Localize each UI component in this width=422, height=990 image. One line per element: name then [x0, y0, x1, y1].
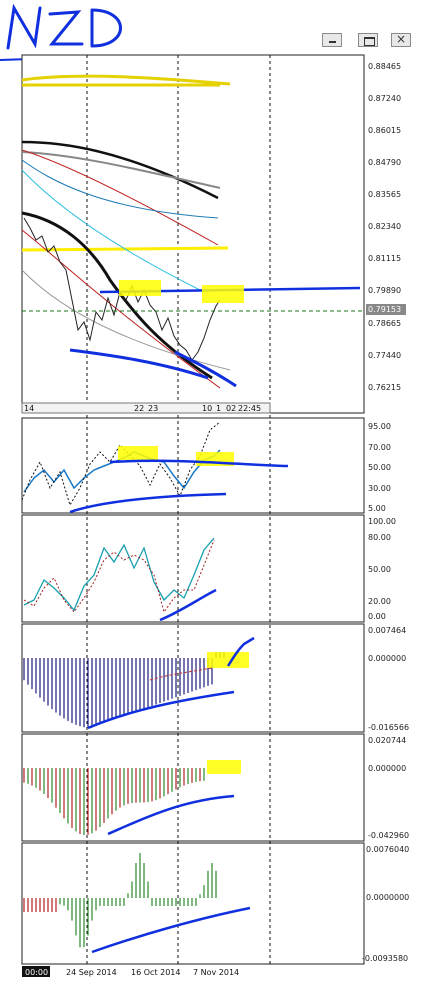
stoch-axis: 100.00 80.00 50.00 20.00 0.00	[368, 517, 396, 621]
price-label: 0.88465	[368, 62, 401, 71]
strip-label: 02	[226, 404, 236, 413]
macd1-label: 0.000000	[368, 654, 406, 663]
strip-label: 23	[148, 404, 158, 413]
rsi-label: 30.00	[368, 484, 391, 493]
strip-label: 1	[216, 404, 221, 413]
macd2-label: 0.020744	[368, 736, 406, 745]
stoch-label: 0.00	[368, 612, 386, 621]
rsi-label: 5.00	[368, 504, 386, 513]
macd2-axis: 0.020744 0.000000 -0.042960	[368, 736, 409, 840]
handwriting-nzd	[0, 3, 122, 61]
strip-label: 10	[202, 404, 212, 413]
price-label: 0.79890	[368, 286, 401, 295]
macd1-label: -0.016566	[368, 723, 409, 732]
rsi-label: 50.00	[368, 463, 391, 472]
price-label: 0.78665	[368, 319, 401, 328]
price-label: 0.81115	[368, 254, 401, 263]
macd3-axis: 0.0076040 0.0000000 -0.0093580	[362, 845, 409, 963]
current-price: 0.79153	[368, 305, 401, 314]
time-axis: 00:00 24 Sep 2014 16 Oct 2014 7 Nov 2014	[22, 966, 239, 977]
trading-chart-window: × 0.88465 0.87240 0.86015 0.84790 0.8356…	[0, 0, 422, 990]
macd1-label: 0.007464	[368, 626, 406, 635]
price-label: 0.77440	[368, 351, 401, 360]
time-start: 00:00	[25, 968, 48, 977]
price-label: 0.86015	[368, 126, 401, 135]
time-label: 24 Sep 2014	[66, 968, 117, 977]
macd3-label: 0.0076040	[366, 845, 409, 854]
pane-frames	[21, 54, 365, 965]
price-label: 0.76215	[368, 383, 401, 392]
macd1-axis: 0.007464 0.000000 -0.016566	[368, 626, 409, 732]
time-label: 16 Oct 2014	[131, 968, 180, 977]
macd3-label: 0.0000000	[366, 893, 409, 902]
rsi-label: 95.00	[368, 422, 391, 431]
stoch-label: 20.00	[368, 597, 391, 606]
stoch-label: 50.00	[368, 565, 391, 574]
stoch-label: 80.00	[368, 533, 391, 542]
strip-label: 14	[24, 404, 34, 413]
price-label: 0.87240	[368, 94, 401, 103]
rsi-label: 70.00	[368, 443, 391, 452]
price-label: 0.82340	[368, 222, 401, 231]
price-label: 0.84790	[368, 158, 401, 167]
stoch-label: 100.00	[368, 517, 396, 526]
macd2-label: -0.042960	[368, 831, 409, 840]
macd3-label: -0.0093580	[362, 954, 408, 963]
strip-label: 22:45	[238, 404, 261, 413]
chart-canvas: 0.88465 0.87240 0.86015 0.84790 0.83565 …	[0, 3, 409, 977]
rsi-axis: 95.00 70.00 50.00 30.00 5.00	[368, 422, 391, 513]
macd2-label: 0.000000	[368, 764, 406, 773]
price-label: 0.83565	[368, 190, 401, 199]
strip-label: 22	[134, 404, 144, 413]
time-label: 7 Nov 2014	[193, 968, 239, 977]
